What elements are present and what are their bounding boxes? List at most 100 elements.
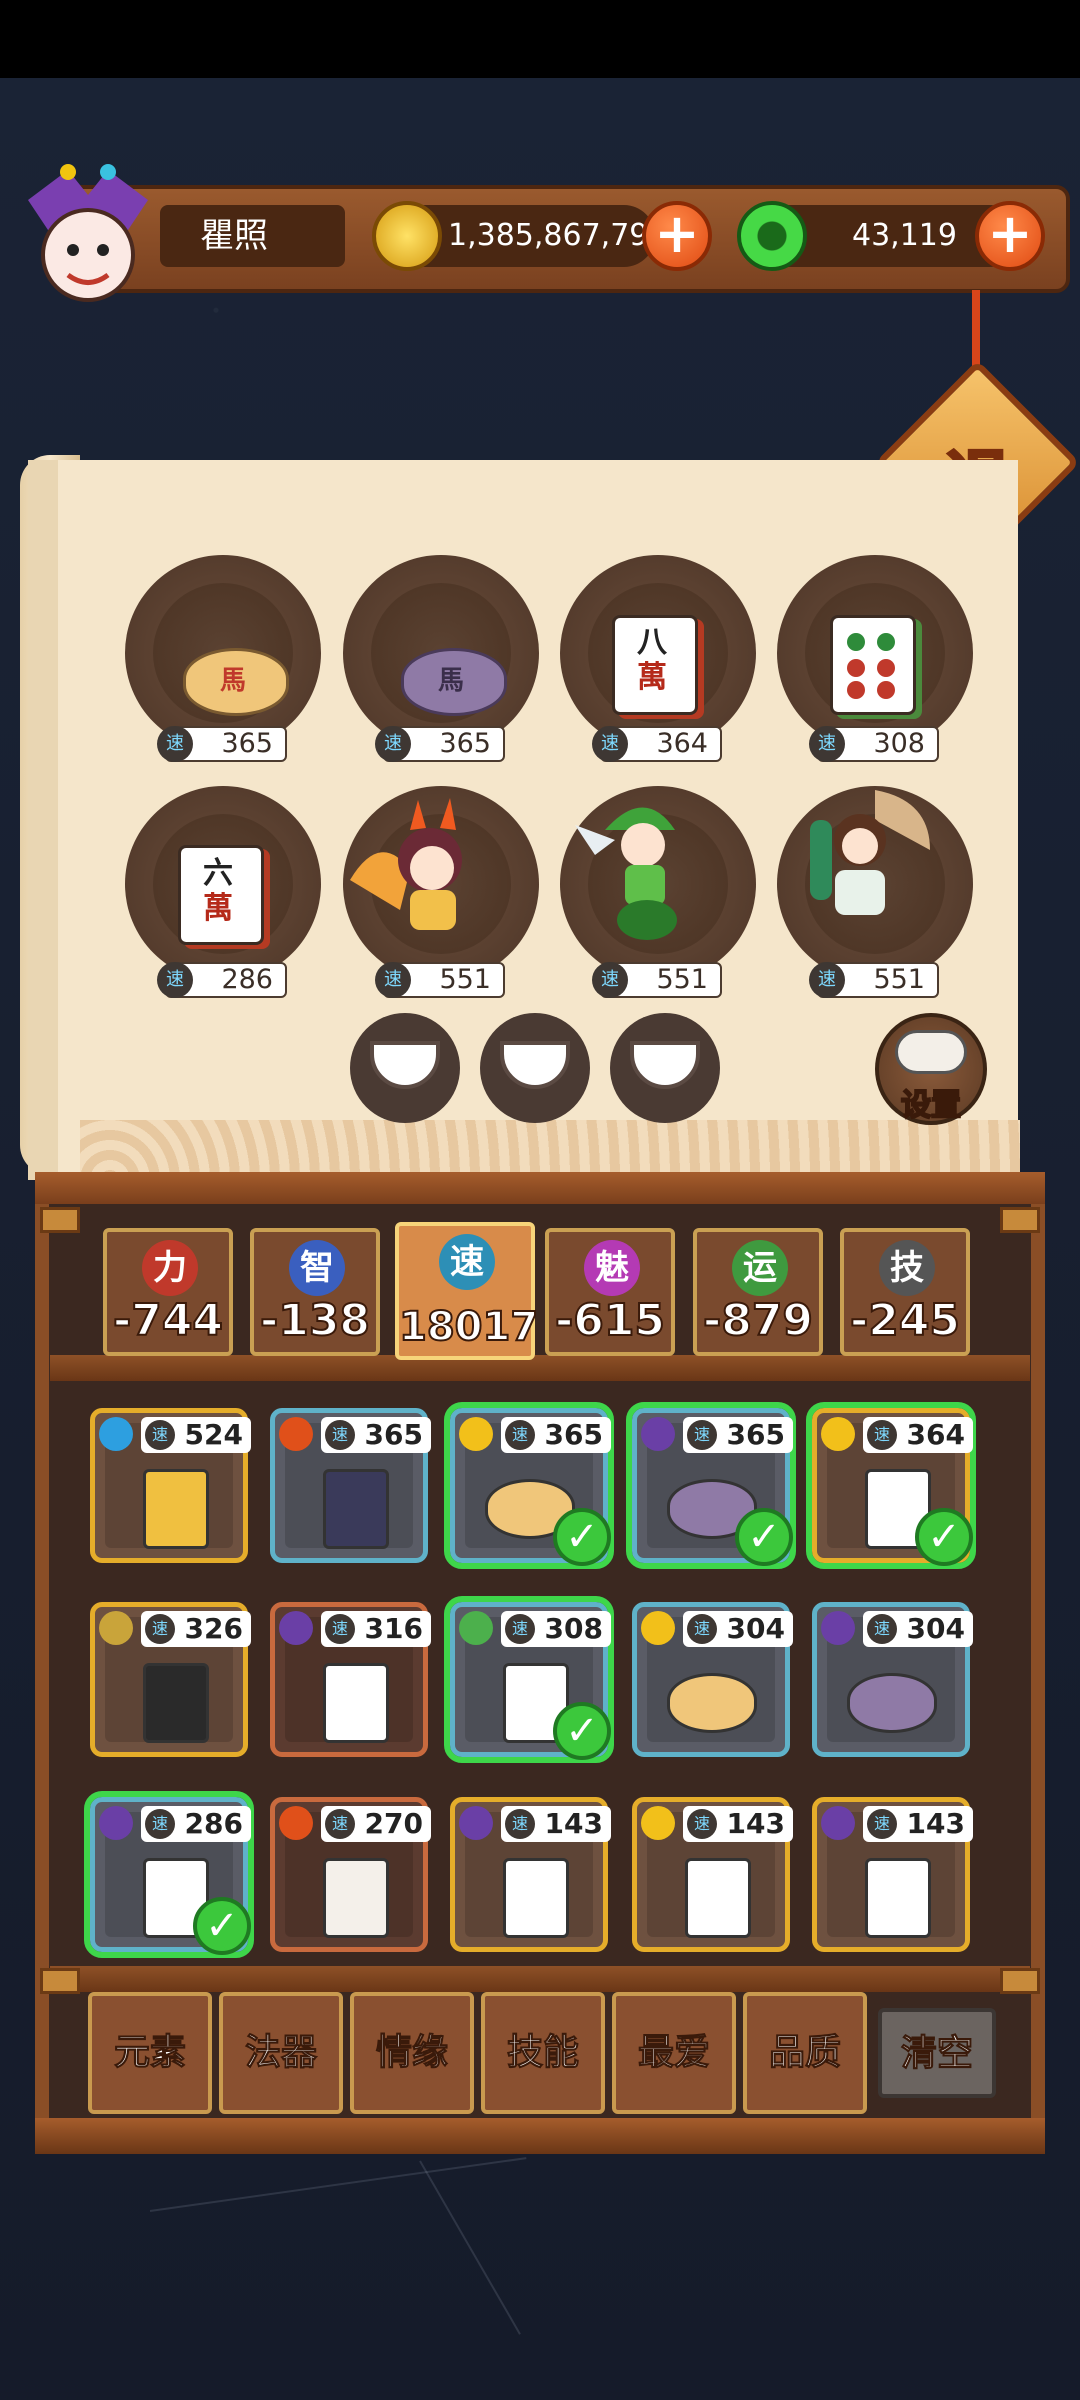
inventory-card[interactable]: 速 143 [450,1797,611,1952]
check-icon: ✓ [193,1897,251,1955]
rice-bowl-icon[interactable] [610,1013,720,1123]
chess-knight-white-icon [323,1858,389,1938]
inventory-card[interactable]: 速 365 [270,1408,431,1563]
slot-1-speed: 速 365 [157,726,287,762]
light-element-icon [641,1611,675,1645]
check-icon: ✓ [553,1508,611,1566]
dark-element-icon [459,1806,493,1840]
card-speed: 速 143 [863,1806,973,1842]
mahjong-8bamboo-icon [685,1858,751,1938]
card-speed: 速 326 [141,1611,251,1647]
card-speed: 速 286 [141,1806,251,1842]
water-element-icon [99,1417,133,1451]
filter-clear-button[interactable]: 清空 [878,2008,996,2098]
jade-amount: 43,119 [852,218,957,253]
fire-element-icon [279,1417,313,1451]
inventory-card[interactable]: 速 286 ✓ [84,1791,254,1958]
stat-speed[interactable]: 速 18017 [395,1222,539,1360]
card-speed: 速 308 [501,1611,611,1647]
card-speed: 速 304 [863,1611,973,1647]
cabinet-top [35,1172,1045,1204]
status-bar-area [0,0,1080,78]
dark-element-icon [279,1611,313,1645]
jester-avatar-icon[interactable] [8,160,168,320]
inventory-card[interactable]: 速 326 [90,1602,251,1757]
slot-8-speed: 速 551 [809,962,939,998]
gamepad-icon [895,1030,967,1074]
card-speed: 速 143 [501,1806,611,1842]
card-speed: 速 316 [321,1611,431,1647]
stat-strength[interactable]: 力 -744 [103,1228,233,1356]
inventory-card[interactable]: 速 143 [812,1797,973,1952]
card-speed: 速 143 [683,1806,793,1842]
inventory-card[interactable]: 速 364 ✓ [806,1402,976,1569]
scroll-wave-border [80,1120,1020,1180]
light-element-icon [641,1806,675,1840]
gold-coin-icon [372,201,442,271]
slot-7-speed: 速 551 [592,962,722,998]
fox-girl-character-icon [350,798,462,930]
card-speed: 速 270 [321,1806,431,1842]
card-speed: 速 365 [683,1417,793,1453]
rice-bowl-icon[interactable] [480,1013,590,1123]
earth-element-icon [99,1611,133,1645]
check-icon: ✓ [553,1702,611,1760]
dark-element-icon [821,1806,855,1840]
slot-3-speed: 速 364 [592,726,722,762]
dark-element-icon [641,1417,675,1451]
inventory-card[interactable]: 速 524 [90,1408,251,1563]
watermelon-boy-character-icon [575,807,677,940]
chess-chariot-gold-icon [667,1673,757,1733]
add-jade-button[interactable]: + [975,201,1045,271]
inventory-card[interactable]: 速 365 ✓ [626,1402,796,1569]
stat-intellect[interactable]: 智 -138 [250,1228,380,1356]
card-speed: 速 364 [863,1417,973,1453]
cabinet-shelf [50,1355,1030,1381]
inventory-card[interactable]: 速 304 [632,1602,793,1757]
inventory-card[interactable]: 速 270 [270,1797,431,1952]
chess-chariot-purple-icon [847,1673,937,1733]
stat-skill[interactable]: 技 -245 [840,1228,970,1356]
inventory-card[interactable]: 速 316 [270,1602,431,1757]
check-icon: ✓ [915,1508,973,1566]
inventory-card[interactable]: 速 304 [812,1602,973,1757]
card-speed: 速 365 [321,1417,431,1453]
card-speed: 速 524 [141,1417,251,1453]
cabinet-corner [40,1968,80,1994]
slot-2-speed: 速 365 [375,726,505,762]
hourglass-dark-icon [323,1469,389,1549]
slot-4-speed: 速 308 [809,726,939,762]
stat-charm[interactable]: 魅 -615 [545,1228,675,1356]
cabinet-corner [1000,1207,1040,1233]
inventory-card[interactable]: 速 308 ✓ [444,1596,614,1763]
player-name: 瞿照 [160,205,345,267]
jade-ring-icon [737,201,807,271]
slot-5-speed: 速 286 [157,962,287,998]
settings-label[interactable]: 设置 [875,1080,987,1124]
filter-bond-button[interactable]: 情缘 [350,1992,474,2114]
wood-element-icon [459,1611,493,1645]
card-speed: 速 304 [683,1611,793,1647]
mahjong-2bamboo-icon [323,1663,389,1743]
six-dots-icon [847,633,895,699]
filter-favorite-button[interactable]: 最爱 [612,1992,736,2114]
filter-artifact-button[interactable]: 法器 [219,1992,343,2114]
cabinet-corner [1000,1968,1040,1994]
chess-rook-dark-icon [143,1663,209,1743]
inventory-card[interactable]: 速 143 [632,1797,793,1952]
mahjong-7dots-icon [865,1858,931,1938]
fire-element-icon [279,1806,313,1840]
hourglass-gold-icon [143,1469,209,1549]
filter-element-button[interactable]: 元素 [88,1992,212,2114]
filter-skill-button[interactable]: 技能 [481,1992,605,2114]
rice-bowl-icon[interactable] [350,1013,460,1123]
dark-element-icon [99,1806,133,1840]
gold-amount: 1,385,867,790 [448,218,668,253]
cabinet-shelf [50,1966,1030,1992]
add-gold-button[interactable]: + [642,201,712,271]
umbrella-girl-character-icon [810,790,930,915]
filter-quality-button[interactable]: 品质 [743,1992,867,2114]
stat-luck[interactable]: 运 -879 [693,1228,823,1356]
dark-element-icon [821,1611,855,1645]
inventory-card[interactable]: 速 365 ✓ [444,1402,614,1569]
